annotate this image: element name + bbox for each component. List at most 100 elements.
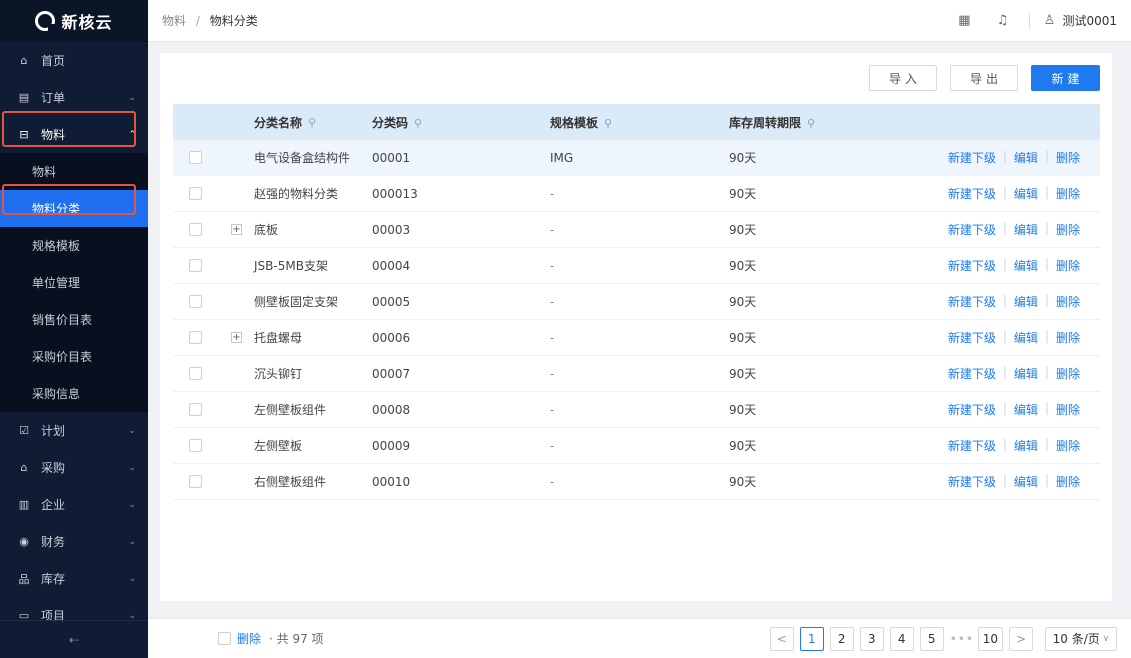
page-size-select[interactable]: 10 条/页 ∨ — [1045, 626, 1117, 651]
add-child-link[interactable]: 新建下级 — [948, 149, 996, 166]
row-checkbox-cell — [173, 151, 217, 164]
sidebar-item-finance[interactable]: ◉ 财务 ⌄ — [0, 523, 148, 560]
row-checkbox[interactable] — [188, 295, 202, 308]
add-child-link[interactable]: 新建下级 — [948, 257, 996, 274]
bell-icon[interactable]: ♫ — [995, 13, 1009, 28]
delete-link[interactable]: 删除 — [1056, 185, 1080, 202]
export-button[interactable]: 导出 — [950, 65, 1018, 91]
category-name-cell: JSB-5MB支架 — [217, 257, 372, 274]
submenu-item[interactable]: 规格模板 — [0, 227, 148, 264]
qrcode-icon[interactable]: ▦ — [957, 13, 971, 28]
search-icon[interactable]: ⚲ — [414, 117, 422, 130]
collapse-sidebar-button[interactable]: ⇠ — [0, 620, 148, 658]
delete-link[interactable]: 删除 — [1056, 401, 1080, 418]
category-code: 00007 — [372, 366, 411, 381]
delete-link[interactable]: 删除 — [1056, 257, 1080, 274]
select-all-checkbox[interactable] — [218, 632, 231, 645]
page-button-1[interactable]: 1 — [799, 626, 824, 651]
edit-link[interactable]: 编辑 — [1014, 257, 1038, 274]
category-name-cell: 左侧壁板组件 — [217, 401, 372, 418]
delete-link[interactable]: 删除 — [1056, 329, 1080, 346]
next-page-button[interactable]: > — [1009, 626, 1033, 651]
row-checkbox[interactable] — [188, 223, 202, 236]
row-checkbox[interactable] — [188, 331, 202, 344]
category-name: 沉头铆钉 — [254, 367, 303, 381]
sidebar-item-purchase[interactable]: ⌂ 采购 ⌄ — [0, 449, 148, 486]
delete-link[interactable]: 删除 — [1056, 221, 1080, 238]
row-checkbox[interactable] — [188, 151, 202, 164]
breadcrumb-separator: / — [195, 14, 200, 28]
row-checkbox[interactable] — [188, 367, 202, 380]
breadcrumb-item-material[interactable]: 物料 — [162, 14, 186, 28]
search-icon[interactable]: ⚲ — [807, 117, 815, 130]
submenu-item[interactable]: 单位管理 — [0, 264, 148, 301]
delete-link[interactable]: 删除 — [1056, 473, 1080, 490]
search-icon[interactable]: ⚲ — [604, 117, 612, 130]
add-child-link[interactable]: 新建下级 — [948, 329, 996, 346]
category-name: 右侧壁板组件 — [254, 475, 327, 489]
chevron-down-icon: ⌄ — [128, 610, 136, 621]
row-checkbox[interactable] — [188, 259, 202, 272]
page-button-3[interactable]: 3 — [859, 626, 884, 651]
category-code: 00006 — [372, 330, 411, 345]
edit-link[interactable]: 编辑 — [1014, 365, 1038, 382]
row-checkbox-cell — [173, 403, 217, 416]
add-child-link[interactable]: 新建下级 — [948, 473, 996, 490]
search-icon[interactable]: ⚲ — [308, 116, 316, 129]
submenu-item[interactable]: 采购价目表 — [0, 338, 148, 375]
delete-link[interactable]: 删除 — [1056, 365, 1080, 382]
more-pages-icon[interactable]: ••• — [950, 632, 973, 646]
submenu-item[interactable]: 采购信息 — [0, 375, 148, 412]
category-name: 侧壁板固定支架 — [254, 295, 339, 309]
row-checkbox[interactable] — [188, 439, 202, 452]
page-button-5[interactable]: 5 — [919, 626, 944, 651]
table-row: + 底板 00003 - 90天 新建下级 | 编辑 | 删除 — [173, 212, 1100, 248]
action-separator: | — [1002, 401, 1007, 415]
toolbar: 导入 导出 新建 — [869, 65, 1100, 91]
sidebar-item-label: 企业 — [41, 498, 66, 512]
delete-link[interactable]: 删除 — [1056, 437, 1080, 454]
sidebar-item-order[interactable]: ▤ 订单 ⌄ — [0, 79, 148, 116]
import-button[interactable]: 导入 — [869, 65, 937, 91]
edit-link[interactable]: 编辑 — [1014, 185, 1038, 202]
submenu-item[interactable]: 销售价目表 — [0, 301, 148, 338]
batch-delete-link[interactable]: 删除 — [237, 630, 261, 647]
sidebar-item-material[interactable]: ⊟ 物料 ⌃ — [0, 116, 148, 153]
delete-link[interactable]: 删除 — [1056, 149, 1080, 166]
sidebar-item-label: 库存 — [41, 572, 66, 586]
add-child-link[interactable]: 新建下级 — [948, 185, 996, 202]
sidebar-item-label: 计划 — [41, 424, 66, 438]
edit-link[interactable]: 编辑 — [1014, 293, 1038, 310]
sidebar-item-enterprise[interactable]: ▥ 企业 ⌄ — [0, 486, 148, 523]
submenu-item[interactable]: 物料 — [0, 153, 148, 190]
edit-link[interactable]: 编辑 — [1014, 437, 1038, 454]
row-checkbox[interactable] — [188, 187, 202, 200]
expand-icon[interactable]: + — [231, 224, 242, 235]
user-menu[interactable]: ♙ 测试0001 — [1038, 12, 1117, 29]
page-button-2[interactable]: 2 — [829, 626, 854, 651]
add-child-link[interactable]: 新建下级 — [948, 293, 996, 310]
collapse-arrow-icon: ⇠ — [68, 632, 80, 647]
new-button[interactable]: 新建 — [1031, 65, 1100, 91]
edit-link[interactable]: 编辑 — [1014, 473, 1038, 490]
page-button-10[interactable]: 10 — [977, 626, 1003, 651]
sidebar-item-plan[interactable]: ☑ 计划 ⌄ — [0, 412, 148, 449]
edit-link[interactable]: 编辑 — [1014, 221, 1038, 238]
sidebar-item-home[interactable]: ⌂ 首页 — [0, 42, 148, 79]
add-child-link[interactable]: 新建下级 — [948, 365, 996, 382]
edit-link[interactable]: 编辑 — [1014, 149, 1038, 166]
submenu-item[interactable]: 物料分类 — [0, 190, 148, 227]
delete-link[interactable]: 删除 — [1056, 293, 1080, 310]
edit-link[interactable]: 编辑 — [1014, 401, 1038, 418]
sidebar-item-inventory[interactable]: 品库存 ⌄ — [0, 560, 148, 597]
category-name: 底板 — [254, 223, 279, 237]
add-child-link[interactable]: 新建下级 — [948, 221, 996, 238]
row-checkbox[interactable] — [188, 403, 202, 416]
prev-page-button[interactable]: < — [769, 626, 794, 651]
page-button-4[interactable]: 4 — [889, 626, 914, 651]
add-child-link[interactable]: 新建下级 — [948, 437, 996, 454]
edit-link[interactable]: 编辑 — [1014, 329, 1038, 346]
row-checkbox[interactable] — [188, 475, 202, 488]
add-child-link[interactable]: 新建下级 — [948, 401, 996, 418]
expand-icon[interactable]: + — [231, 332, 242, 343]
